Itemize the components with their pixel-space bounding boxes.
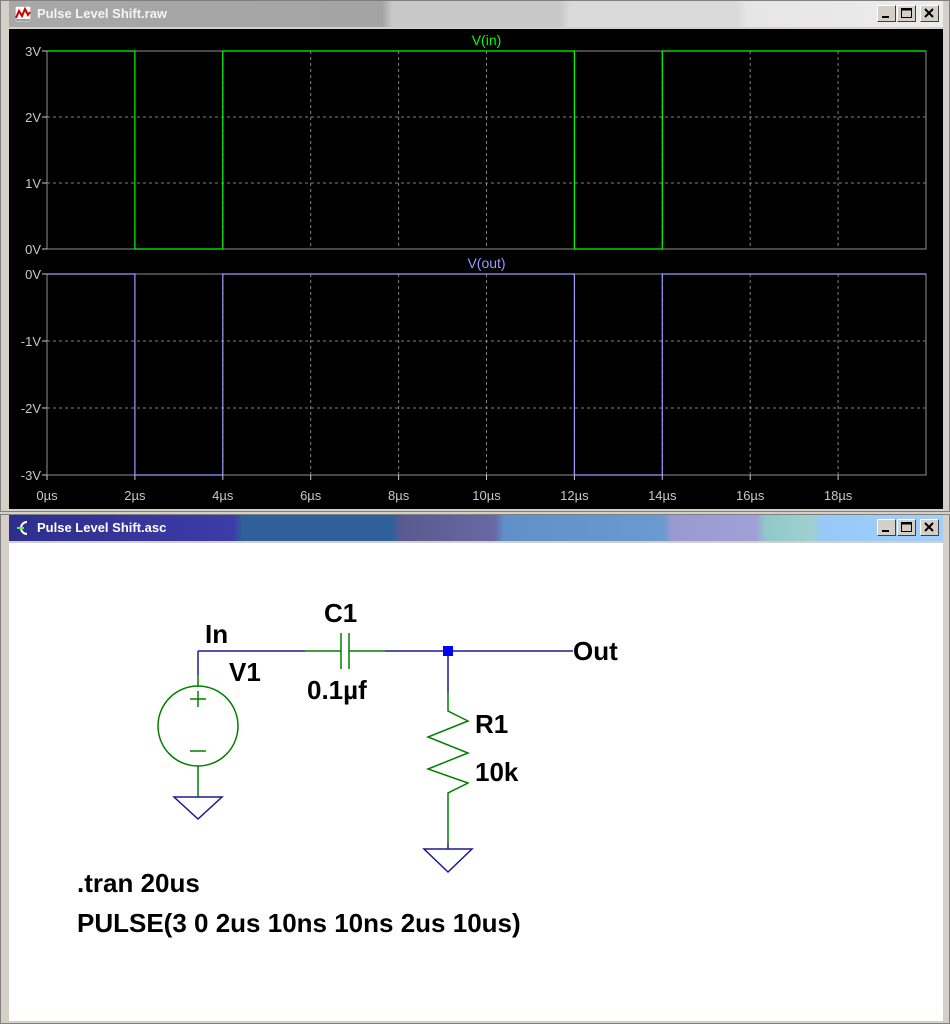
schematic-window-controls [877, 519, 939, 536]
x-tick-label: 2µs [124, 488, 146, 503]
x-tick-label: 8µs [388, 488, 410, 503]
trace-title[interactable]: V(in) [472, 32, 502, 48]
ground-icon [172, 796, 224, 821]
close-icon [924, 8, 934, 18]
component-name-c1: C1 [324, 598, 357, 628]
trace-title[interactable]: V(out) [467, 255, 505, 271]
x-tick-label: 18µs [824, 488, 853, 503]
x-tick-label: 6µs [300, 488, 322, 503]
schematic-titlebar[interactable]: Pulse Level Shift.asc [9, 515, 943, 541]
minimize-icon [882, 16, 889, 18]
y-tick-label: -1V [21, 334, 42, 349]
maximize-button[interactable] [897, 519, 916, 536]
maximize-icon [901, 522, 912, 532]
schematic-canvas[interactable]: In V1 C1 0.1µf Out R1 10k .tran 20us PUL… [9, 543, 943, 1021]
waveform-window[interactable]: Pulse Level Shift.raw 3V 2V 1V 0V V(in) 0V -1V… [0, 0, 950, 512]
component-value-r1: 10k [475, 757, 519, 787]
capacitor-c1[interactable] [305, 633, 385, 669]
x-tick-label: 14µs [648, 488, 677, 503]
y-tick-label: -2V [21, 401, 42, 416]
maximize-icon [901, 8, 912, 18]
ground-icon [422, 843, 474, 874]
waveform-titlebar[interactable]: Pulse Level Shift.raw [9, 1, 943, 27]
minimize-button[interactable] [877, 519, 896, 536]
y-tick-label: -3V [21, 468, 42, 483]
maximize-button[interactable] [897, 5, 916, 22]
x-tick-label: 16µs [736, 488, 765, 503]
waveform-window-controls [877, 5, 939, 22]
x-tick-label: 4µs [212, 488, 234, 503]
waveform-icon [15, 6, 31, 22]
waveform-plot-area[interactable]: 3V 2V 1V 0V V(in) 0V -1V -2V -3V V(out) 0µs 2µs 4µs 6… [9, 29, 943, 509]
voltage-source-v1[interactable] [157, 675, 239, 797]
close-button[interactable] [920, 5, 939, 22]
minimize-button[interactable] [877, 5, 896, 22]
component-name-r1: R1 [475, 709, 508, 739]
spice-directive-tran[interactable]: .tran 20us [77, 868, 200, 898]
x-tick-label: 0µs [36, 488, 58, 503]
net-label-out: Out [573, 636, 618, 666]
waveform-plot[interactable]: 3V 2V 1V 0V V(in) 0V -1V -2V -3V V(out) 0µs 2µs 4µs 6… [9, 29, 943, 509]
y-tick-label: 0V [25, 242, 41, 257]
y-tick-label: 2V [25, 110, 41, 125]
x-tick-label: 10µs [472, 488, 501, 503]
schematic-drawing[interactable]: In V1 C1 0.1µf Out R1 10k .tran 20us PUL… [9, 543, 943, 1021]
close-button[interactable] [920, 519, 939, 536]
close-icon [924, 522, 934, 532]
schematic-window-title: Pulse Level Shift.asc [37, 520, 167, 535]
y-tick-label: 0V [25, 267, 41, 282]
net-label-in: In [205, 619, 228, 649]
schematic-window[interactable]: Pulse Level Shift.asc In V1 C1 0.1µf Out… [0, 514, 950, 1024]
component-value-c1: 0.1µf [307, 675, 367, 705]
y-tick-label: 1V [25, 176, 41, 191]
minimize-icon [882, 530, 889, 532]
y-tick-label: 3V [25, 44, 41, 59]
component-name-v1: V1 [229, 657, 261, 687]
spice-directive-pulse[interactable]: PULSE(3 0 2us 10ns 10ns 2us 10us) [77, 908, 521, 938]
junction-dot[interactable] [443, 646, 453, 656]
schematic-icon [17, 521, 28, 535]
waveform-window-title: Pulse Level Shift.raw [37, 6, 168, 21]
x-tick-label: 12µs [560, 488, 589, 503]
resistor-r1[interactable] [425, 693, 471, 843]
